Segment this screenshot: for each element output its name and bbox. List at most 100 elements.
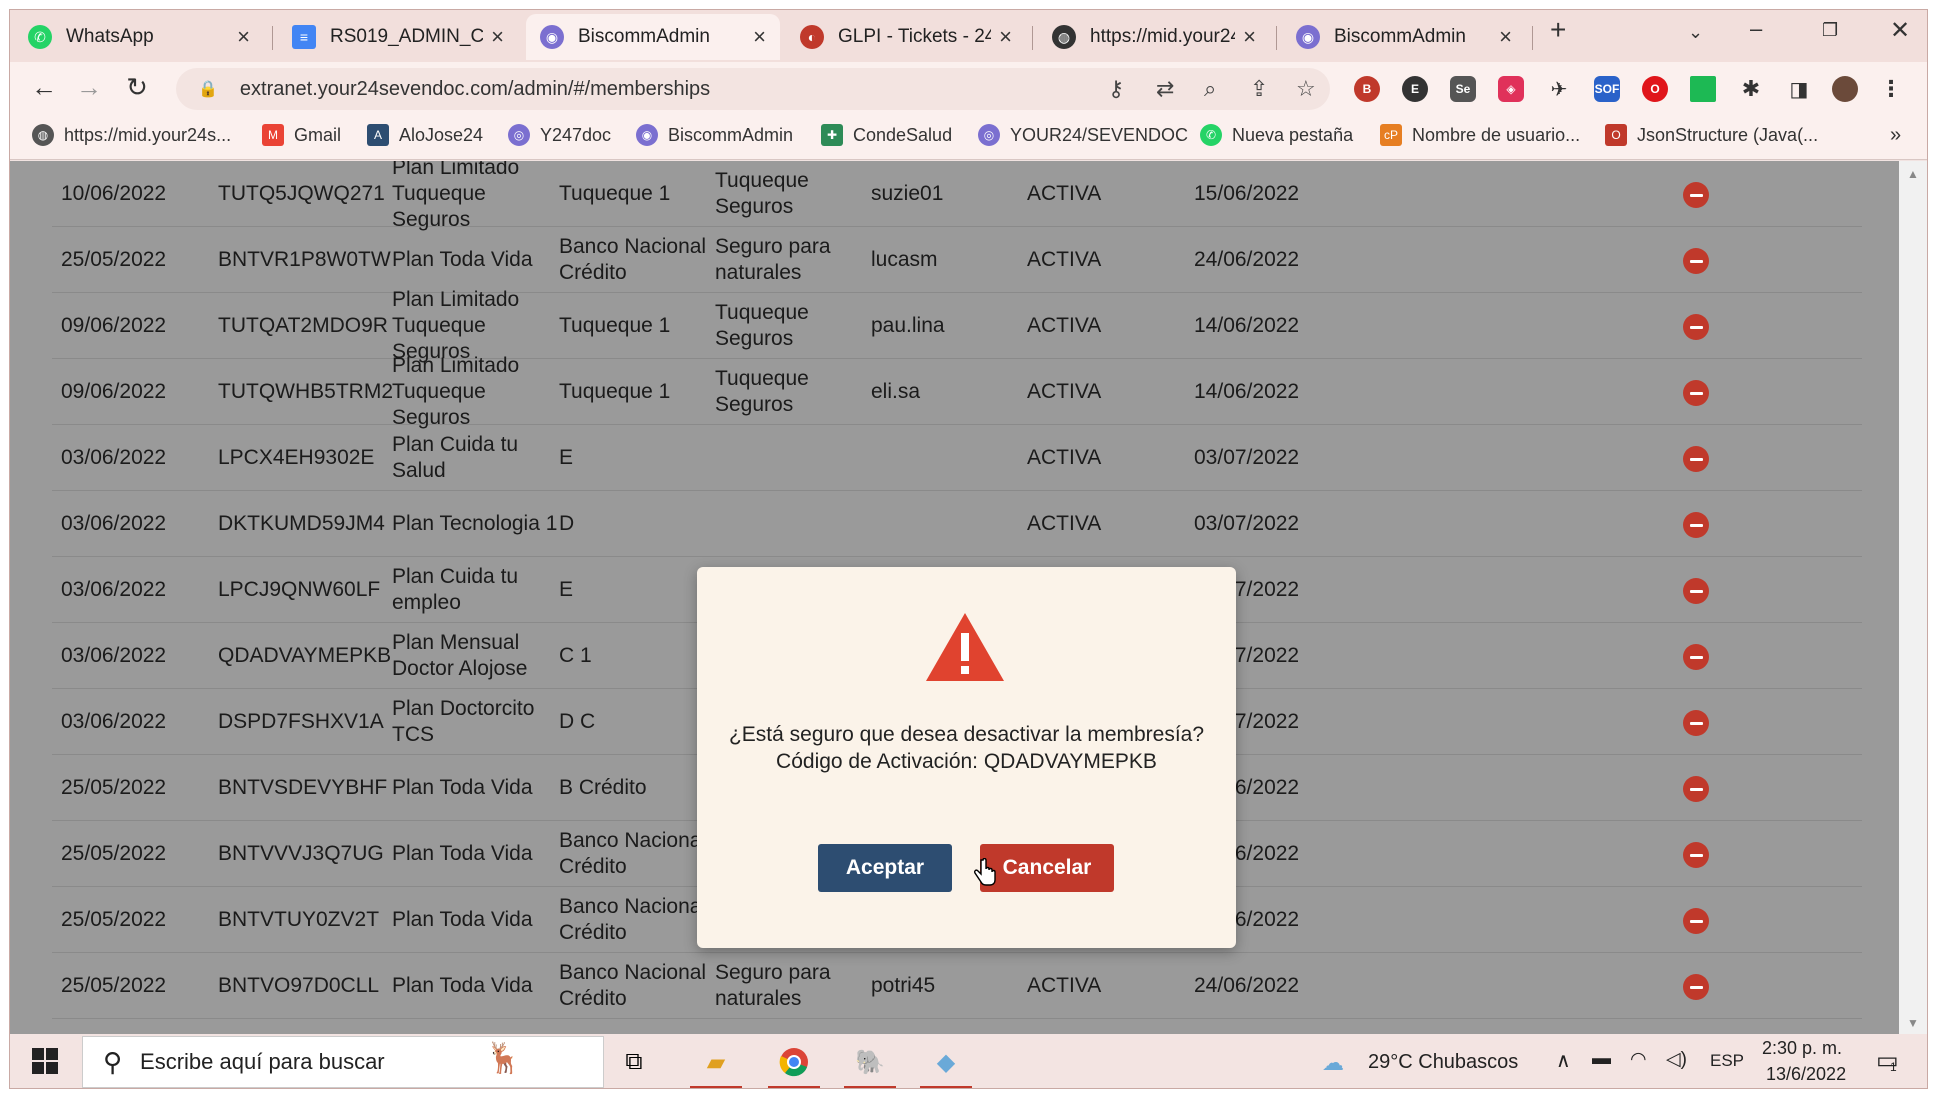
cancel-button[interactable]: Cancelar (980, 844, 1114, 892)
chevron-up-icon[interactable]: ∧ (1556, 1048, 1571, 1073)
tab-divider (1032, 26, 1033, 50)
weather-text[interactable]: 29°C Chubascos (1368, 1051, 1518, 1074)
reload-icon[interactable]: ↻ (120, 72, 154, 103)
share-icon[interactable]: ⇪ (1250, 76, 1268, 102)
browser-toolbar: ← → ↻ 🔒 extranet.your24sevendoc.com/admi… (10, 62, 1927, 116)
deactivate-icon[interactable] (1683, 776, 1709, 802)
volume-icon[interactable]: ◁) (1666, 1048, 1687, 1071)
extension-icon[interactable]: ✈ (1546, 76, 1572, 102)
scroll-up-icon[interactable]: ▲ (1907, 167, 1919, 181)
scroll-down-icon[interactable]: ▼ (1907, 1016, 1919, 1030)
cell-activation-code: LPCX4EH9302E (218, 446, 375, 469)
close-icon[interactable]: × (491, 24, 504, 50)
cell-activation-code: BNTVO97D0CLL (218, 974, 380, 997)
deactivate-icon[interactable] (1683, 974, 1709, 1000)
close-icon[interactable]: × (1499, 24, 1512, 50)
bookmark-item[interactable]: ◎ Y247doc (508, 124, 611, 146)
minimize-icon[interactable]: – (1750, 16, 1762, 42)
wifi-icon[interactable]: ◠ (1630, 1048, 1647, 1071)
close-icon[interactable]: × (999, 24, 1012, 50)
tab-mid-your24[interactable]: ◍ https://mid.your24 × (1038, 14, 1270, 60)
tab-biscommadmin-active[interactable]: ◉ BiscommAdmin × (526, 14, 780, 60)
cell-user: potri45 (871, 974, 936, 997)
bookmark-item[interactable]: cP Nombre de usuario... (1380, 124, 1580, 146)
tab-glpi[interactable]: ◐ GLPI - Tickets - 245 × (786, 14, 1026, 60)
opera-icon[interactable]: O (1642, 76, 1668, 102)
accept-button[interactable]: Aceptar (818, 844, 952, 892)
file-explorer-icon[interactable]: ▰ (696, 1042, 736, 1082)
cell-product: Seguro para naturales (715, 961, 831, 1010)
menu-icon[interactable]: ⋮ (1878, 76, 1904, 102)
bookmark-item[interactable]: ◎ YOUR24/SEVENDOC (978, 124, 1188, 146)
clock-date[interactable]: 13/6/2022 (1766, 1064, 1846, 1085)
cell-date: 25/05/2022 (61, 248, 167, 271)
cell-company: E (559, 578, 574, 601)
zoom-icon[interactable]: ⌕ (1204, 76, 1216, 102)
close-icon[interactable]: × (753, 24, 766, 50)
extension-icon[interactable] (1690, 76, 1716, 102)
deactivate-icon[interactable] (1683, 512, 1709, 538)
puzzle-icon[interactable]: ✱ (1738, 76, 1764, 102)
clock-time[interactable]: 2:30 p. m. (1762, 1038, 1842, 1059)
restore-icon[interactable]: ❐ (1822, 20, 1838, 41)
language-indicator[interactable]: ESP (1710, 1051, 1744, 1071)
deactivate-icon[interactable] (1683, 842, 1709, 868)
deactivate-icon[interactable] (1683, 908, 1709, 934)
sidepanel-icon[interactable]: ◨ (1786, 76, 1812, 102)
taskbar-search-box[interactable]: ⚲ Escribe aquí para buscar 🦌 (82, 1036, 604, 1088)
bookmark-item[interactable]: ◍ https://mid.your24s... (32, 124, 231, 146)
deactivate-icon[interactable] (1683, 644, 1709, 670)
bookmark-item[interactable]: ◉ BiscommAdmin (636, 124, 793, 146)
sof-icon[interactable]: SOF (1594, 76, 1620, 102)
tab-whatsapp[interactable]: ✆ WhatsApp × (14, 14, 264, 60)
cell-plan: Plan Toda Vida (392, 908, 533, 931)
star-icon[interactable]: ☆ (1296, 76, 1316, 102)
forward-icon[interactable]: → (72, 72, 106, 103)
avatar[interactable] (1832, 76, 1858, 102)
deactivate-icon[interactable] (1683, 314, 1709, 340)
chrome-icon[interactable] (774, 1042, 814, 1082)
cell-date: 03/06/2022 (61, 446, 167, 469)
key-icon[interactable]: ⚷ (1108, 76, 1124, 102)
cell-company: D (559, 512, 575, 535)
address-bar[interactable]: 🔒 extranet.your24sevendoc.com/admin/#/me… (176, 68, 1330, 110)
extension-icon[interactable]: ◈ (1498, 76, 1524, 102)
close-icon[interactable]: × (237, 24, 250, 50)
deactivate-icon[interactable] (1683, 182, 1709, 208)
cell-plan: Plan Cuida tu Salud (392, 433, 519, 482)
new-tab-icon[interactable]: + (1550, 14, 1566, 46)
cell-date: 25/05/2022 (61, 842, 167, 865)
bookmark-item[interactable]: ✚ CondeSalud (821, 124, 952, 146)
bookmark-item[interactable]: A AloJose24 (367, 124, 483, 146)
bookmark-item[interactable]: ✆ Nueva pestaña (1200, 124, 1353, 146)
extension-icon[interactable]: E (1402, 76, 1428, 102)
bookmark-item[interactable]: M Gmail (262, 124, 341, 146)
deactivate-icon[interactable] (1683, 578, 1709, 604)
deactivate-icon[interactable] (1683, 248, 1709, 274)
scrollbar[interactable]: ▲ ▼ (1899, 161, 1927, 1034)
app-icon[interactable]: ◆ (926, 1042, 966, 1082)
tab-rs019[interactable]: ≡ RS019_ADMIN_Cre × (278, 14, 518, 60)
task-view-icon[interactable]: ⧉ (614, 1042, 654, 1082)
bookmark-item[interactable]: O JsonStructure (Java(... (1605, 124, 1818, 146)
deactivate-icon[interactable] (1683, 710, 1709, 736)
cell-plan: Plan Tecnologia 1 (392, 512, 558, 535)
more-bookmarks-icon[interactable]: » (1890, 124, 1901, 147)
translate-icon[interactable]: ⇄ (1156, 76, 1174, 102)
selenium-icon[interactable]: Se (1450, 76, 1476, 102)
cell-company: Tuqueque 1 (559, 182, 671, 205)
tab-biscommadmin-2[interactable]: ◉ BiscommAdmin × (1282, 14, 1526, 60)
bookmark-label: https://mid.your24s... (64, 124, 232, 145)
back-icon[interactable]: ← (27, 72, 61, 103)
biscomm-icon: ◉ (540, 25, 564, 49)
battery-icon[interactable]: ▬ (1592, 1048, 1611, 1070)
extension-icon[interactable]: B (1354, 76, 1380, 102)
close-icon[interactable]: × (1243, 24, 1256, 50)
windows-start-icon[interactable] (32, 1048, 58, 1074)
postgres-icon[interactable]: 🐘 (850, 1042, 890, 1082)
deactivate-icon[interactable] (1683, 446, 1709, 472)
tab-search-chevron-icon[interactable]: ⌄ (1688, 22, 1703, 43)
window-close-icon[interactable]: ✕ (1890, 16, 1910, 45)
deactivate-icon[interactable] (1683, 380, 1709, 406)
bookmark-label: BiscommAdmin (668, 124, 794, 145)
